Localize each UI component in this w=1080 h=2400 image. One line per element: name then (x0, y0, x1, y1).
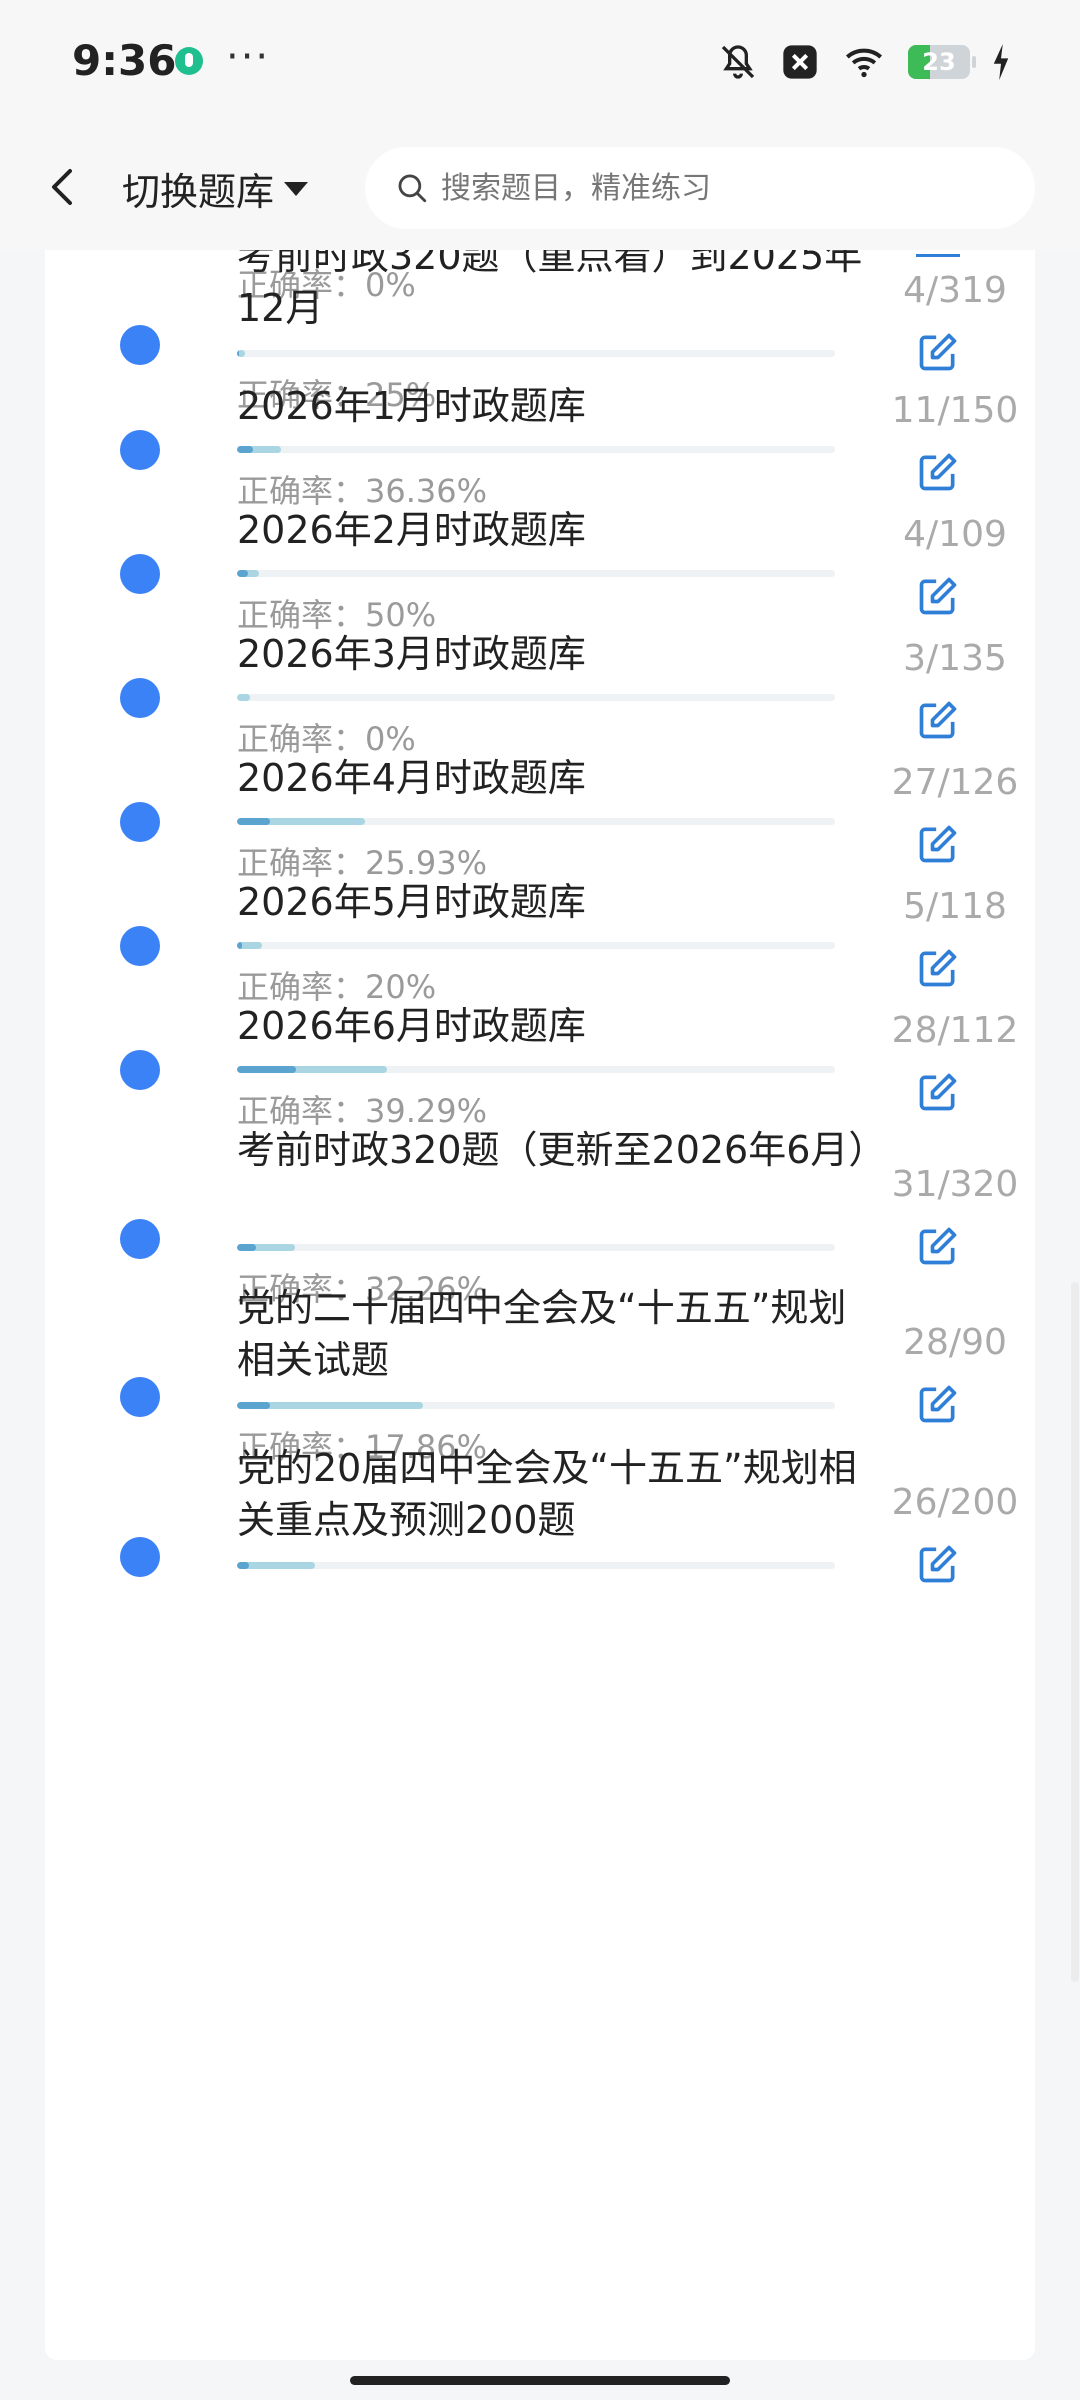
search-icon (398, 174, 427, 203)
bank-title: 2026年2月时政题库 (237, 508, 586, 552)
bell-muted-icon (721, 45, 755, 79)
progress-bar (237, 1562, 835, 1569)
more-notifications-icon: ··· (226, 34, 271, 80)
progress-count: 28/90 (903, 1322, 1007, 1363)
bank-title: 2026年5月时政题库 (237, 880, 586, 924)
progress-count: 4/109 (903, 514, 1007, 555)
battery-level: 23 (922, 48, 956, 76)
bank-title: 2026年1月时政题库 (237, 384, 586, 428)
status-icons: 23 (718, 40, 1010, 84)
edit-practice-icon[interactable] (916, 1070, 960, 1114)
caret-down-icon (284, 181, 309, 196)
edit-practice-icon[interactable] (916, 330, 960, 374)
progress-correct-fill (237, 1066, 296, 1073)
progress-bar (237, 942, 835, 949)
progress-bar (237, 350, 835, 357)
status-dot-icon (120, 1537, 160, 1577)
bank-title: 考前时政320题（重点看）到2025年12月 (237, 250, 863, 330)
progress-correct-fill (237, 818, 271, 825)
progress-count: 3/135 (903, 638, 1007, 679)
back-arrow-icon[interactable] (38, 157, 88, 217)
edit-practice-icon[interactable] (916, 1382, 960, 1426)
status-dot-icon (120, 1219, 160, 1259)
partial-edit-icon[interactable] (916, 250, 960, 257)
progress-correct-fill (237, 350, 239, 357)
progress-bar (237, 446, 835, 453)
progress-count: 31/320 (891, 1164, 1019, 1205)
progress-correct-fill (237, 1402, 271, 1409)
status-dot-icon (120, 802, 160, 842)
edit-practice-icon[interactable] (916, 946, 960, 990)
progress-correct-fill (237, 446, 254, 453)
edit-practice-icon[interactable] (916, 450, 960, 494)
progress-correct-fill (237, 570, 248, 577)
search-input[interactable] (439, 169, 1003, 207)
progress-bar (237, 1402, 835, 1409)
progress-count: 4/319 (903, 270, 1007, 311)
progress-bar (237, 570, 835, 577)
home-indicator[interactable] (350, 2376, 730, 2385)
progress-bar (237, 694, 835, 701)
bank-title: 党的20届四中全会及“十五五”规划相关重点及预测200题 (237, 1446, 857, 1542)
edit-practice-icon[interactable] (916, 822, 960, 866)
switch-bank-dropdown[interactable]: 切换题库 (122, 161, 309, 216)
edit-practice-icon[interactable] (916, 574, 960, 618)
bank-title: 2026年3月时政题库 (237, 632, 586, 676)
status-dot-icon (120, 1050, 160, 1090)
status-dot-icon (120, 430, 160, 470)
status-bar: 9:36 ··· 23 (0, 0, 1080, 125)
progress-count: 28/112 (891, 1010, 1019, 1051)
progress-done-fill (237, 694, 251, 701)
bank-title: 考前时政320题（更新至2026年6月） (237, 1128, 887, 1172)
battery-icon: 23 (908, 45, 976, 79)
status-dot-icon (120, 678, 160, 718)
progress-count: 5/118 (903, 886, 1007, 927)
edit-practice-icon[interactable] (916, 698, 960, 742)
status-dot-icon (120, 554, 160, 594)
wifi-icon (846, 48, 882, 78)
progress-count: 27/126 (891, 762, 1019, 803)
top-bar: 切换题库 (0, 125, 1080, 250)
bank-title: 2026年6月时政题库 (237, 1004, 586, 1048)
bank-title: 2026年4月时政题库 (237, 756, 586, 800)
switch-bank-label: 切换题库 (122, 170, 275, 214)
app-leaf-icon (175, 47, 203, 75)
status-dot-icon (120, 325, 160, 365)
status-time: 9:36 (72, 36, 177, 85)
progress-count: 11/150 (891, 390, 1019, 431)
progress-count: 26/200 (891, 1482, 1019, 1523)
progress-bar (237, 818, 835, 825)
scrollbar[interactable] (1071, 1282, 1079, 1982)
search-bar[interactable] (365, 147, 1035, 229)
bank-list: 正确率：0% 考前时政320题（重点看）到2025年12月 正确率：25% 4/31… (45, 250, 1035, 2360)
progress-bar (237, 1244, 835, 1251)
edit-practice-icon[interactable] (916, 1542, 960, 1586)
progress-correct-fill (237, 1562, 249, 1569)
progress-correct-fill (237, 942, 242, 949)
status-dot-icon (120, 1377, 160, 1417)
charging-icon (993, 44, 1009, 80)
edit-practice-icon[interactable] (916, 1224, 960, 1268)
progress-correct-fill (237, 1244, 256, 1251)
close-box-icon (783, 45, 817, 79)
status-dot-icon (120, 926, 160, 966)
bank-title: 党的二十届四中全会及“十五五”规划相关试题 (237, 1286, 847, 1382)
progress-bar (237, 1066, 835, 1073)
